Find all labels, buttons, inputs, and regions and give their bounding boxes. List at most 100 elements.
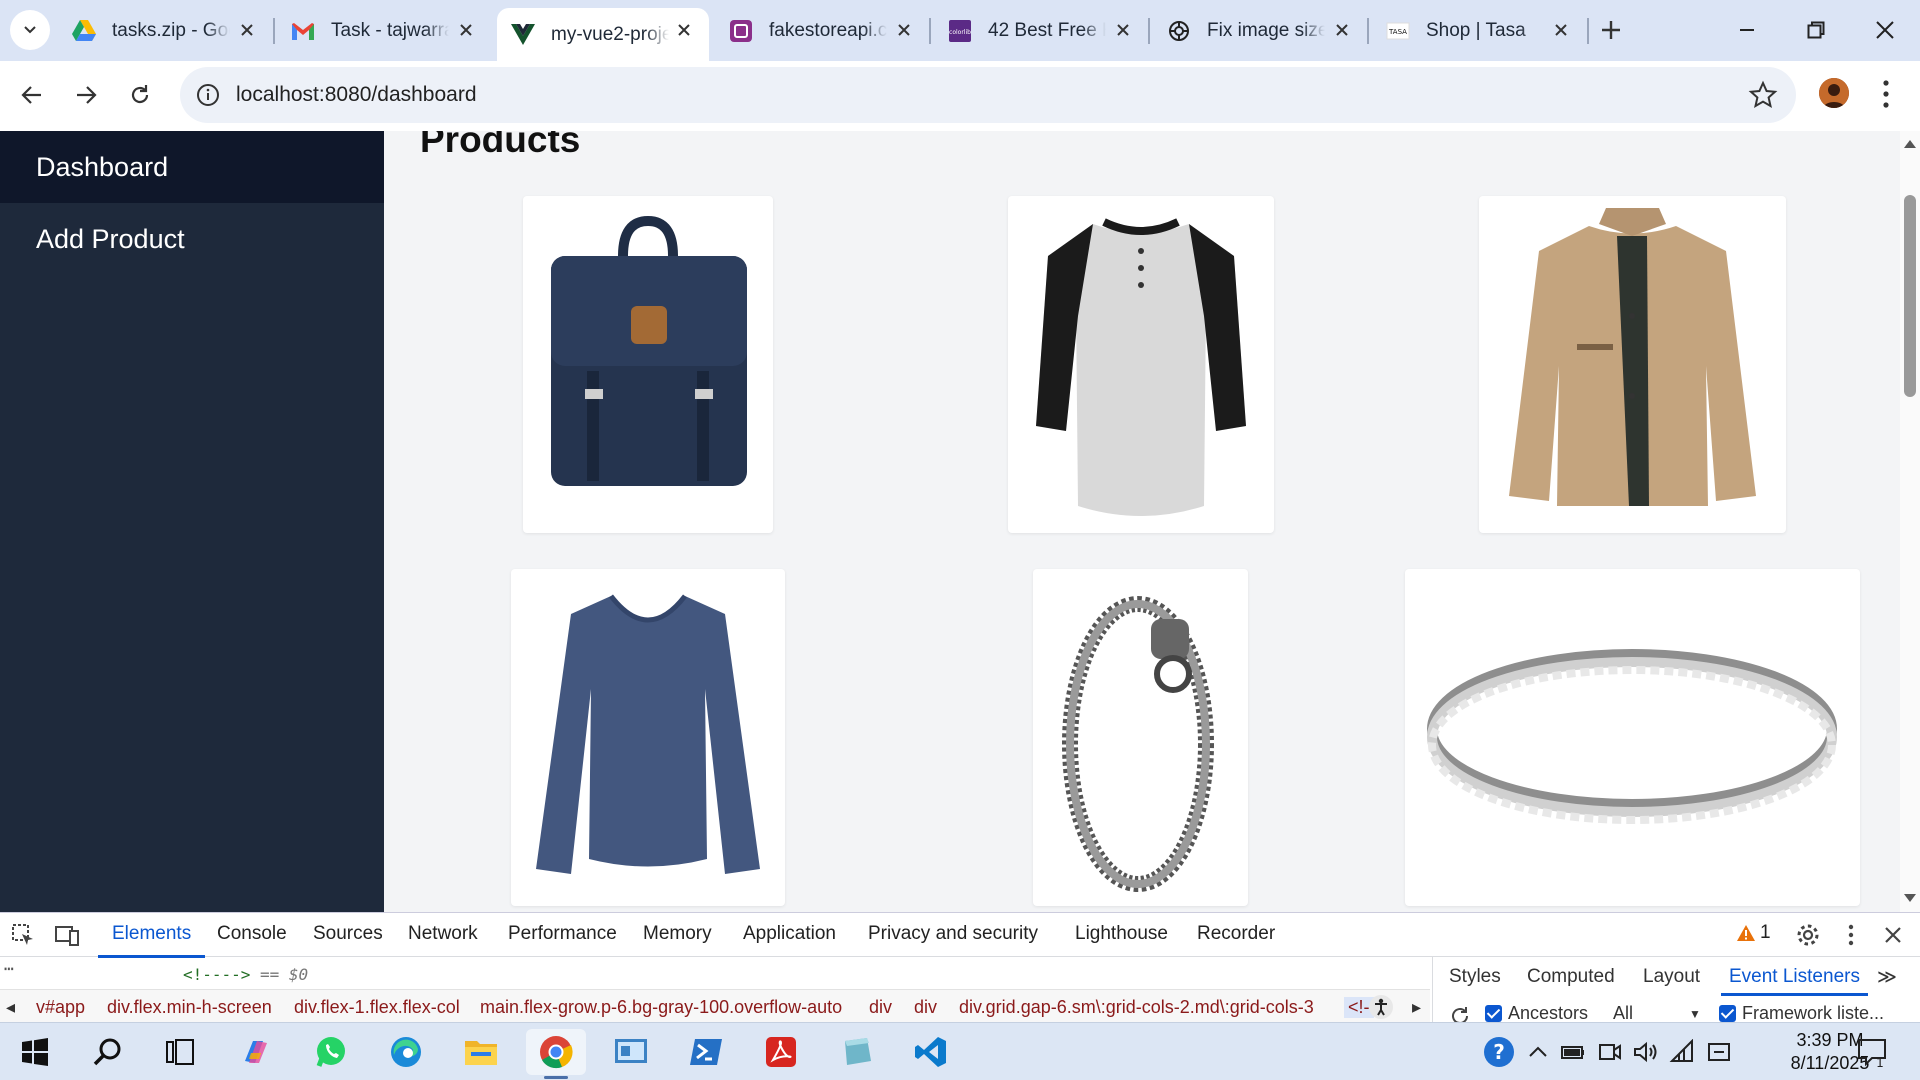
sidebar-item-add-product[interactable]: Add Product bbox=[0, 203, 384, 275]
product-card-bracelet[interactable] bbox=[1033, 569, 1248, 906]
help-icon[interactable]: ? bbox=[1482, 1035, 1516, 1069]
devtools-side-tab-event-listeners[interactable]: Event Listeners bbox=[1721, 966, 1868, 996]
product-card-henley-shirt[interactable] bbox=[1008, 196, 1274, 533]
acrobat-app[interactable] bbox=[761, 1032, 801, 1072]
scroll-down-icon[interactable] bbox=[1903, 891, 1917, 905]
tab-colorlib[interactable]: colorlib 42 Best Free H bbox=[934, 8, 1148, 53]
devtools-tab-privacy[interactable]: Privacy and security bbox=[868, 923, 1038, 945]
chrome-app[interactable] bbox=[536, 1032, 576, 1072]
file-explorer-app[interactable] bbox=[461, 1032, 501, 1072]
device-toolbar-icon[interactable] bbox=[54, 922, 80, 948]
listener-scope-select[interactable]: All ▼ bbox=[1613, 1003, 1701, 1024]
close-icon[interactable] bbox=[1880, 922, 1906, 948]
whatsapp-app[interactable] bbox=[311, 1032, 351, 1072]
back-button[interactable] bbox=[12, 75, 52, 115]
notification-center-icon[interactable]: 1 bbox=[1856, 1036, 1888, 1068]
devtools-side-tab-layout[interactable]: Layout bbox=[1643, 966, 1700, 988]
devtools-issues-button[interactable]: 1 bbox=[1736, 922, 1771, 944]
close-icon[interactable] bbox=[1550, 19, 1572, 41]
product-card-backpack[interactable] bbox=[523, 196, 773, 533]
devtools-tab-application[interactable]: Application bbox=[743, 923, 836, 945]
scroll-up-icon[interactable] bbox=[1903, 137, 1917, 151]
devtools-tab-recorder[interactable]: Recorder bbox=[1197, 923, 1275, 945]
forward-button[interactable] bbox=[66, 75, 106, 115]
devtools-side-tab-styles[interactable]: Styles bbox=[1449, 966, 1501, 988]
devtools-tab-elements[interactable]: Elements bbox=[97, 923, 206, 958]
info-icon[interactable] bbox=[196, 83, 220, 107]
close-icon[interactable] bbox=[455, 19, 477, 41]
close-window-button[interactable] bbox=[1855, 10, 1915, 50]
arrow-left-icon bbox=[21, 86, 41, 104]
framework-listeners-checkbox[interactable]: Framework liste... bbox=[1719, 1003, 1884, 1024]
devtools-side-tab-computed[interactable]: Computed bbox=[1527, 966, 1615, 988]
scrollbar-thumb[interactable] bbox=[1904, 195, 1916, 397]
more-vertical-icon[interactable] bbox=[1838, 922, 1864, 948]
bookmark-star-icon[interactable] bbox=[1748, 80, 1778, 110]
copilot-icon bbox=[245, 1041, 267, 1063]
powershell-app[interactable] bbox=[686, 1032, 726, 1072]
close-icon[interactable] bbox=[1331, 19, 1353, 41]
copilot-app[interactable] bbox=[236, 1032, 276, 1072]
network-icon[interactable] bbox=[1669, 1039, 1695, 1065]
page-scrollbar[interactable] bbox=[1900, 131, 1920, 912]
close-icon[interactable] bbox=[236, 19, 258, 41]
devtools-tab-network[interactable]: Network bbox=[408, 923, 478, 945]
product-card-tee[interactable] bbox=[511, 569, 785, 906]
sidebar-item-dashboard[interactable]: Dashboard bbox=[0, 131, 384, 203]
devtools-tab-console[interactable]: Console bbox=[217, 923, 287, 945]
minimize-button[interactable] bbox=[1717, 10, 1777, 50]
tab-search-button[interactable] bbox=[10, 10, 50, 50]
address-bar[interactable]: localhost:8080/dashboard bbox=[180, 67, 1796, 123]
edge-app[interactable] bbox=[386, 1032, 426, 1072]
storage-app[interactable] bbox=[836, 1032, 876, 1072]
breadcrumb-item[interactable]: div.grid.gap-6.sm\:grid-cols-2.md\:grid-… bbox=[959, 997, 1314, 1018]
close-icon[interactable] bbox=[1112, 19, 1134, 41]
dom-tree-selected-line[interactable]: ⋯ <!----> == $0 bbox=[0, 957, 1430, 989]
search-button[interactable] bbox=[88, 1032, 128, 1072]
new-tab-button[interactable] bbox=[1593, 12, 1629, 48]
devtools-tab-performance[interactable]: Performance bbox=[508, 923, 617, 945]
battery-icon[interactable] bbox=[1560, 1039, 1586, 1065]
breadcrumb-item[interactable]: div.flex-1.flex.flex-col bbox=[294, 997, 460, 1018]
inspect-element-icon[interactable] bbox=[10, 922, 36, 948]
devtools-tab-lighthouse[interactable]: Lighthouse bbox=[1075, 923, 1168, 945]
breadcrumb-item[interactable]: div.flex.min-h-screen bbox=[107, 997, 272, 1018]
breadcrumb-item[interactable]: div bbox=[914, 997, 937, 1018]
checkbox-checked[interactable] bbox=[1719, 1005, 1736, 1022]
accessibility-icon[interactable] bbox=[1368, 994, 1394, 1020]
chevron-up-icon[interactable] bbox=[1525, 1039, 1551, 1065]
product-card-jacket[interactable] bbox=[1479, 196, 1786, 533]
control-panel-app[interactable] bbox=[611, 1032, 651, 1072]
checkbox-checked[interactable] bbox=[1485, 1005, 1502, 1022]
restore-button[interactable] bbox=[1786, 10, 1846, 50]
profile-avatar[interactable] bbox=[1819, 78, 1849, 108]
tab-fakestore[interactable]: fakestoreapi.co bbox=[715, 8, 929, 53]
settings-gear-icon[interactable] bbox=[1795, 922, 1821, 948]
product-card-ring[interactable] bbox=[1405, 569, 1860, 906]
breadcrumb-item[interactable]: div bbox=[869, 997, 892, 1018]
ancestors-checkbox[interactable]: Ancestors bbox=[1485, 1003, 1588, 1024]
tab-chatgpt[interactable]: Fix image size bbox=[1153, 8, 1367, 53]
close-icon[interactable] bbox=[673, 19, 695, 41]
browser-menu-button[interactable] bbox=[1872, 78, 1900, 110]
devtools-tab-sources[interactable]: Sources bbox=[313, 923, 383, 945]
close-icon[interactable] bbox=[893, 19, 915, 41]
reload-button[interactable] bbox=[120, 75, 160, 115]
tab-vue-project[interactable]: my-vue2-proje bbox=[497, 8, 709, 61]
tab-gmail[interactable]: Task - tajwarra bbox=[277, 8, 491, 53]
vscode-app[interactable] bbox=[911, 1032, 951, 1072]
task-view-button[interactable] bbox=[160, 1032, 200, 1072]
meet-now-icon[interactable] bbox=[1597, 1039, 1623, 1065]
start-button[interactable] bbox=[15, 1032, 55, 1072]
breadcrumb-item[interactable]: main.flex-grow.p-6.bg-gray-100.overflow-… bbox=[480, 997, 842, 1018]
breadcrumb-scroll-right-icon[interactable]: ▸ bbox=[1412, 997, 1421, 1018]
devtools-tab-memory[interactable]: Memory bbox=[643, 923, 712, 945]
breadcrumb-scroll-left-icon[interactable]: ◂ bbox=[6, 997, 15, 1018]
breadcrumb-item[interactable]: v#app bbox=[36, 997, 85, 1018]
url-text[interactable]: localhost:8080/dashboard bbox=[236, 83, 477, 107]
tab-tasa-shop[interactable]: TASA Shop | Tasa bbox=[1372, 8, 1586, 53]
tab-drive[interactable]: tasks.zip - Goo bbox=[58, 8, 272, 53]
more-tabs-icon[interactable]: ≫ bbox=[1877, 966, 1897, 989]
volume-icon[interactable] bbox=[1632, 1039, 1658, 1065]
wifi-off-icon[interactable] bbox=[1706, 1039, 1732, 1065]
